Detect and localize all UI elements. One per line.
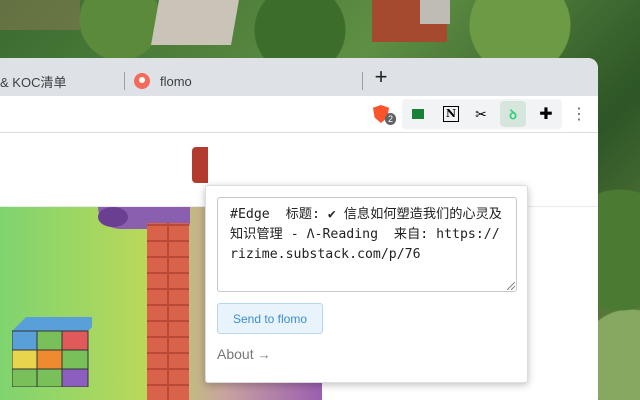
about-label: About — [217, 346, 254, 362]
brick-wall-illustration — [147, 223, 189, 400]
puzzle-icon: ✚ — [539, 106, 553, 123]
about-link[interactable]: About → — [217, 346, 271, 362]
arrow-right-icon: → — [257, 346, 271, 362]
menu-icon: ⋮ — [571, 106, 587, 123]
tab-flomo[interactable]: flomo — [124, 66, 362, 96]
background-roof — [151, 0, 239, 45]
notion-extension-icon[interactable]: N — [438, 101, 464, 127]
scissors-extension-icon[interactable]: ✂ — [468, 101, 494, 127]
send-to-flomo-button[interactable]: Send to flomo — [217, 303, 323, 334]
brave-shields-icon[interactable]: 2 — [368, 101, 396, 127]
browser-toolbar: 2 N ✂ ꝺ ✚ ⋮ — [0, 96, 598, 133]
resize-handle-icon[interactable] — [507, 282, 515, 290]
tab-label: & KOC清单 — [0, 74, 67, 90]
flag-icon — [412, 109, 424, 119]
tab-koc[interactable]: & KOC清单 — [0, 66, 124, 96]
tab-label: flomo — [160, 73, 192, 89]
extensions-puzzle-button[interactable]: ✚ — [533, 101, 559, 127]
flomo-popup: #Edge 标题: ✔ 信息如何塑造我们的心灵及知识管理 - Λ-Reading… — [205, 185, 528, 383]
scissors-icon: ✂ — [475, 105, 487, 122]
page-red-element — [192, 147, 208, 183]
background-roof — [420, 0, 450, 24]
pipe-opening-illustration — [98, 207, 128, 227]
browser-menu-button[interactable]: ⋮ — [566, 101, 592, 127]
flomo-favicon-icon — [134, 73, 150, 89]
flomo-extension-button[interactable]: ꝺ — [500, 101, 526, 127]
new-tab-button[interactable]: + — [370, 66, 392, 90]
tab-strip: & KOC清单 flomo + — [0, 58, 598, 96]
flag-extension-icon[interactable] — [405, 101, 431, 127]
shields-badge: 2 — [384, 113, 396, 125]
background-path — [0, 0, 80, 30]
flomo-icon: ꝺ — [509, 107, 517, 122]
browser-window: & KOC清单 flomo + 2 N ✂ ꝺ ✚ ⋮ #Edge 标题: ✔ … — [0, 58, 598, 400]
tab-separator — [362, 72, 363, 90]
rubiks-cube-illustration — [12, 317, 92, 387]
memo-textarea[interactable]: #Edge 标题: ✔ 信息如何塑造我们的心灵及知识管理 - Λ-Reading… — [217, 197, 517, 292]
notion-icon: N — [443, 106, 459, 122]
